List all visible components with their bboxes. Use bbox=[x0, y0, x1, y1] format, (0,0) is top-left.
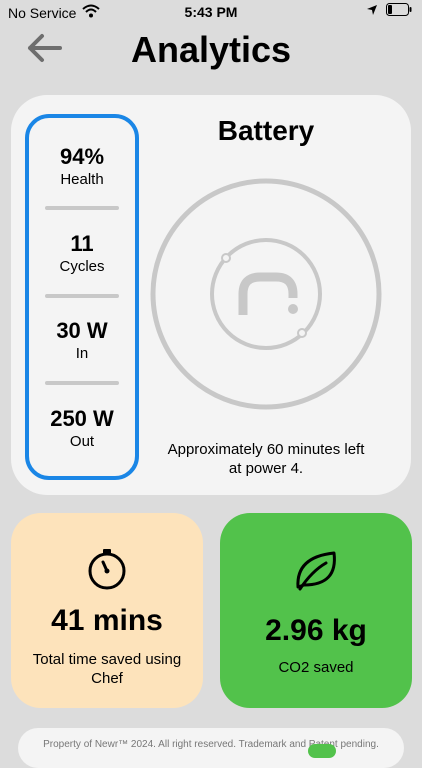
stat-health-label: Health bbox=[60, 171, 104, 188]
status-time: 5:43 PM bbox=[184, 4, 238, 20]
battery-note-line1: Approximately 60 minutes left bbox=[167, 441, 365, 458]
battery-gauge bbox=[150, 178, 382, 410]
stat-out-label: Out bbox=[69, 433, 95, 450]
co2-saved-card: 2.96 kg CO2 saved bbox=[220, 513, 412, 708]
footer-card: Property of Newr™ 2024. All right reserv… bbox=[18, 728, 404, 768]
stopwatch-icon bbox=[11, 547, 203, 591]
battery-stats-panel: 94% Health 11 Cycles 30 W In 250 W Out bbox=[25, 114, 139, 480]
time-saved-card: 41 mins Total time saved using Chef bbox=[11, 513, 203, 708]
page-title: Analytics bbox=[130, 29, 292, 70]
time-saved-value: 41 mins bbox=[51, 604, 163, 637]
stat-health-value: 94% bbox=[59, 144, 105, 169]
battery-title: Battery bbox=[217, 115, 315, 146]
stat-divider bbox=[45, 381, 119, 385]
stat-cycles-label: Cycles bbox=[59, 258, 105, 275]
stat-in: 30 W In bbox=[29, 318, 135, 364]
footer-decoration bbox=[308, 744, 336, 758]
stat-in-label: In bbox=[75, 345, 89, 362]
stat-out: 250 W Out bbox=[29, 406, 135, 452]
stat-divider bbox=[45, 294, 119, 298]
stat-divider bbox=[45, 206, 119, 210]
battery-card: 94% Health 11 Cycles 30 W In 250 W Out B… bbox=[11, 95, 411, 495]
time-saved-label-line2: Chef bbox=[91, 670, 123, 687]
status-right-icons bbox=[366, 3, 412, 19]
leaf-icon bbox=[220, 547, 412, 595]
status-bar: No Service 5:43 PM bbox=[0, 0, 422, 24]
location-arrow-icon bbox=[366, 3, 378, 19]
time-saved-label: Total time saved using Chef bbox=[21, 650, 193, 688]
stat-health: 94% Health bbox=[29, 144, 135, 190]
time-saved-label-line1: Total time saved using bbox=[32, 651, 182, 668]
stat-in-value: 30 W bbox=[56, 318, 108, 343]
battery-icon bbox=[386, 3, 412, 19]
co2-saved-label: CO2 saved bbox=[278, 659, 354, 676]
stat-cycles-value: 11 bbox=[70, 231, 94, 256]
battery-note-line2: at power 4. bbox=[228, 460, 304, 477]
stat-cycles: 11 Cycles bbox=[29, 231, 135, 277]
stat-out-value: 250 W bbox=[50, 406, 114, 431]
footer-copyright: Property of Newr™ 2024. All right reserv… bbox=[43, 739, 379, 750]
co2-saved-value: 2.96 kg bbox=[265, 614, 367, 647]
header: Analytics bbox=[0, 26, 422, 78]
battery-remaining-note: Approximately 60 minutes left at power 4… bbox=[141, 440, 391, 478]
brand-logo-icon bbox=[238, 272, 298, 315]
